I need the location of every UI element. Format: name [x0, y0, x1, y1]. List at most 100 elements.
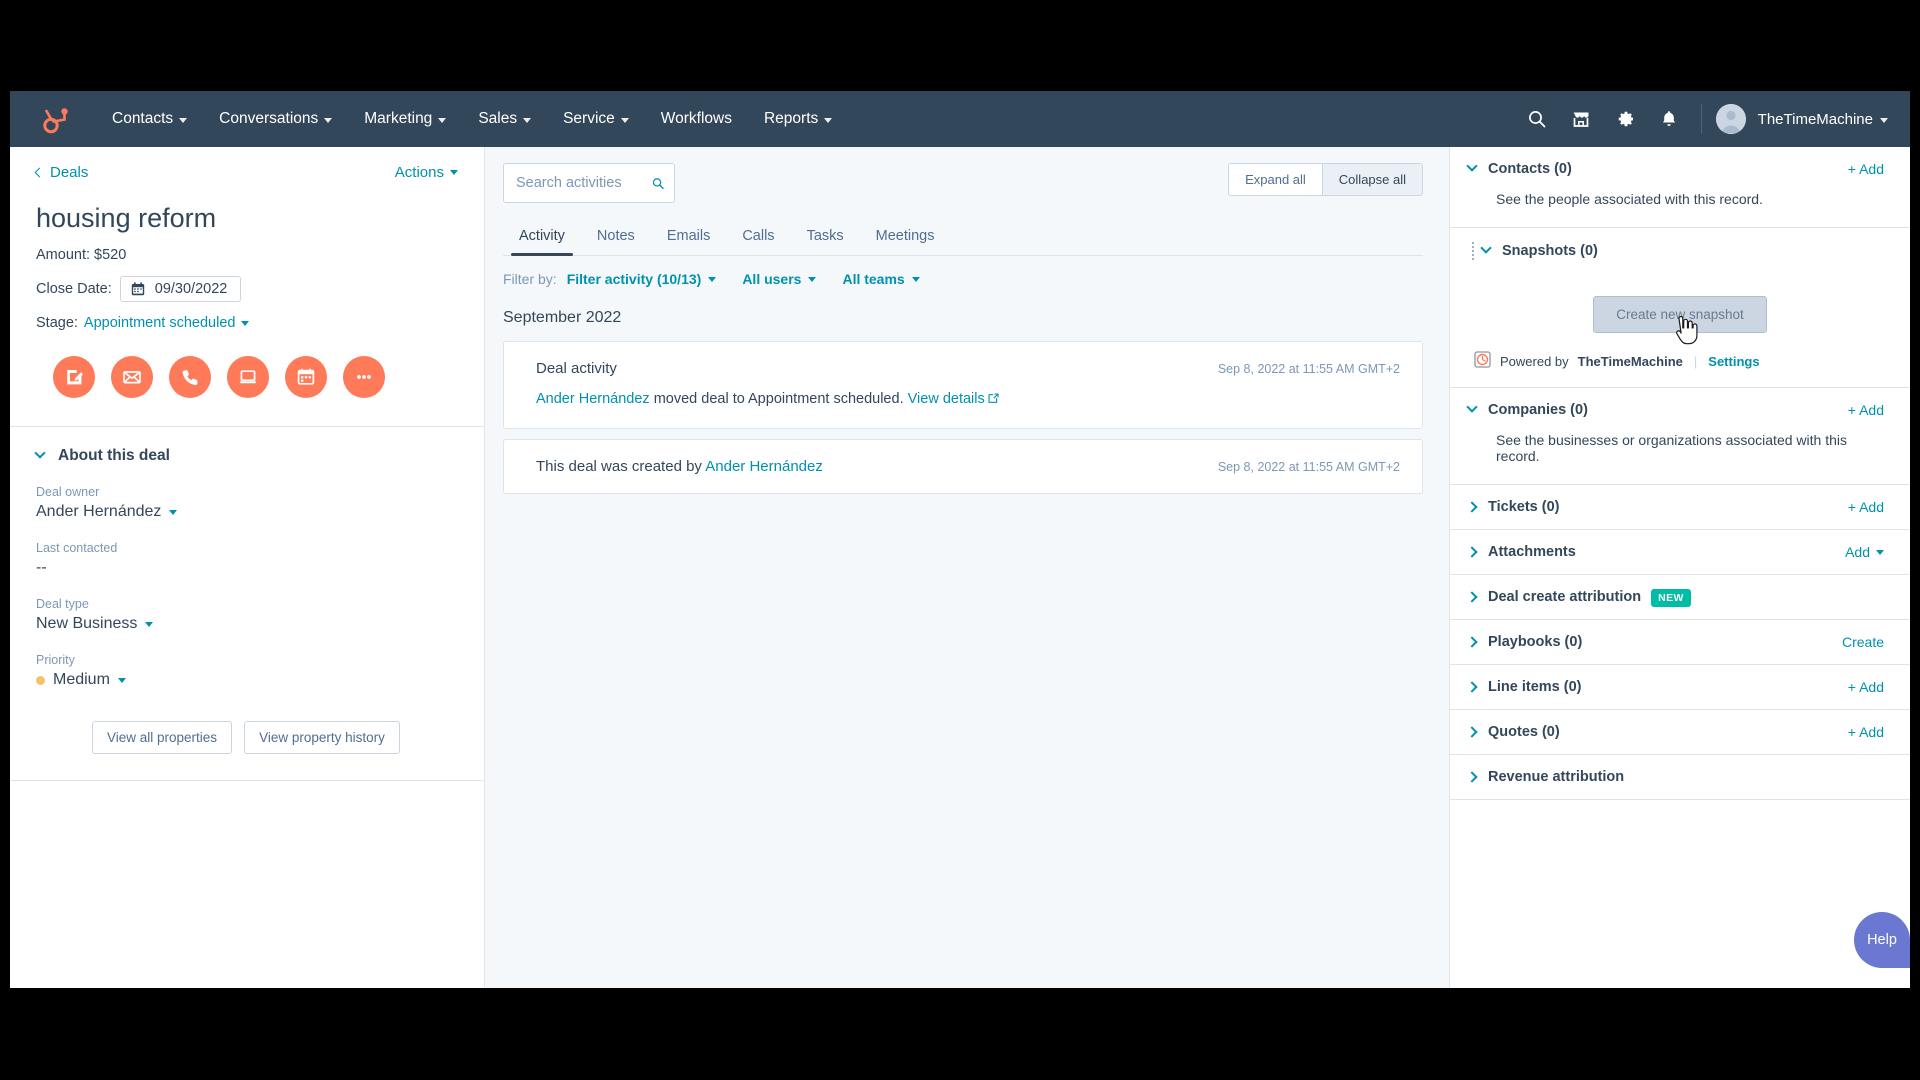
section-tickets-header[interactable]: Tickets (0) + Add: [1450, 485, 1910, 529]
section-title: Contacts (0): [1488, 161, 1572, 177]
section-attachments-header[interactable]: Attachments Add: [1450, 530, 1910, 574]
chevron-down-icon: [1480, 242, 1502, 255]
search-icon[interactable]: [1515, 97, 1559, 141]
hubspot-sprocket-logo[interactable]: [40, 102, 74, 136]
close-date-value: 09/30/2022: [154, 281, 228, 298]
section-contacts-empty-text: See the people associated with this reco…: [1496, 191, 1763, 207]
chevron-right-icon: [1466, 591, 1488, 603]
section-playbooks-header[interactable]: Playbooks (0) Create: [1450, 620, 1910, 664]
property-value[interactable]: Medium: [36, 671, 458, 689]
marketplace-icon[interactable]: [1559, 97, 1603, 141]
view-property-history-button[interactable]: View property history: [244, 721, 400, 755]
search-activities-box[interactable]: [503, 163, 675, 203]
section-deal-create-attribution: Deal create attribution NEW: [1450, 575, 1910, 620]
tab-activity[interactable]: Activity: [503, 220, 581, 256]
filter-label: All users: [742, 271, 802, 287]
search-icon: [652, 177, 664, 189]
property-value-text: Ander Hernández: [36, 503, 162, 521]
call-icon[interactable]: [169, 356, 211, 399]
create-playbook-button[interactable]: Create: [1842, 634, 1884, 650]
section-deal-create-attribution-header[interactable]: Deal create attribution NEW: [1450, 575, 1910, 619]
drag-handle-icon[interactable]: [1468, 242, 1478, 260]
tab-tasks[interactable]: Tasks: [791, 220, 860, 255]
nav-item-marketing[interactable]: Marketing: [348, 102, 462, 136]
section-companies-header[interactable]: Companies (0) + Add: [1450, 388, 1910, 432]
view-all-properties-button[interactable]: View all properties: [92, 721, 233, 755]
meeting-calendar-icon[interactable]: [285, 356, 327, 399]
chevron-down-icon: [438, 117, 447, 123]
section-line-items: Line items (0) + Add: [1450, 665, 1910, 710]
section-title: Companies (0): [1488, 402, 1588, 418]
notifications-bell-icon[interactable]: [1647, 97, 1691, 141]
actor-link[interactable]: Ander Hernández: [536, 391, 650, 407]
search-input[interactable]: [516, 175, 652, 191]
filter-activity-dropdown[interactable]: Filter activity (10/13): [567, 271, 717, 287]
page-body: Deals Actions housing reform Amount: $52…: [10, 147, 1910, 988]
nav-item-contacts[interactable]: Contacts: [96, 102, 203, 136]
timeline-card-deal-created[interactable]: This deal was created by Ander Hernández…: [503, 439, 1423, 494]
deal-header: Deals Actions housing reform Amount: $52…: [10, 147, 484, 331]
account-menu[interactable]: TheTimeMachine: [1758, 111, 1888, 128]
actions-dropdown[interactable]: Actions: [395, 164, 458, 181]
snapshot-settings-link[interactable]: Settings: [1708, 354, 1759, 369]
add-line-item-button[interactable]: + Add: [1848, 679, 1884, 695]
view-details-link[interactable]: View details: [908, 391, 985, 407]
tab-meetings[interactable]: Meetings: [860, 220, 951, 255]
nav-item-sales[interactable]: Sales: [462, 102, 547, 136]
actor-link[interactable]: Ander Hernández: [705, 458, 823, 475]
add-company-button[interactable]: + Add: [1848, 402, 1884, 418]
divider: |: [1693, 353, 1698, 369]
avatar[interactable]: [1715, 104, 1746, 134]
tab-calls[interactable]: Calls: [726, 220, 790, 255]
section-contacts-header[interactable]: Contacts (0) + Add: [1450, 147, 1910, 191]
nav-item-reports[interactable]: Reports: [748, 102, 848, 136]
stage-value-dropdown[interactable]: Appointment scheduled: [84, 315, 236, 331]
close-date-input[interactable]: 09/30/2022: [119, 276, 242, 303]
add-attachment-dropdown[interactable]: Add: [1845, 544, 1884, 560]
expand-all-button[interactable]: Expand all: [1228, 163, 1322, 196]
filter-label: All teams: [842, 271, 905, 287]
calendar-icon: [131, 282, 144, 296]
property-value[interactable]: Ander Hernández: [36, 503, 458, 521]
section-quotes-header[interactable]: Quotes (0) + Add: [1450, 710, 1910, 754]
section-line-items-header[interactable]: Line items (0) + Add: [1450, 665, 1910, 709]
note-icon[interactable]: [53, 356, 95, 399]
section-revenue-attribution-header[interactable]: Revenue attribution: [1450, 755, 1910, 799]
nav-item-service[interactable]: Service: [547, 102, 645, 136]
task-icon[interactable]: [227, 356, 269, 399]
property-value[interactable]: --: [36, 559, 458, 577]
card-header: Deal activity Sep 8, 2022 at 11:55 AM GM…: [536, 360, 1400, 377]
settings-gear-icon[interactable]: [1603, 97, 1647, 141]
more-ellipsis-icon[interactable]: [343, 356, 385, 399]
about-this-deal-header[interactable]: About this deal: [34, 447, 458, 465]
section-title-text: Deal create attribution: [1488, 589, 1642, 605]
add-quote-button[interactable]: + Add: [1848, 724, 1884, 740]
chevron-right-icon: [1466, 771, 1488, 783]
powered-by-text: Powered by: [1500, 353, 1569, 369]
nav-divider: [1700, 104, 1702, 134]
section-companies-empty-text: See the businesses or organizations asso…: [1496, 432, 1847, 464]
nav-item-conversations[interactable]: Conversations: [203, 102, 348, 136]
timeline-card-deal-activity[interactable]: Deal activity Sep 8, 2022 at 11:55 AM GM…: [503, 341, 1423, 429]
property-value-text: --: [36, 559, 47, 577]
filter-all-teams-dropdown[interactable]: All teams: [842, 271, 920, 287]
tab-emails[interactable]: Emails: [651, 220, 727, 255]
add-contact-button[interactable]: + Add: [1848, 161, 1884, 177]
snapshot-action-area: Create new snapshot: [1450, 274, 1910, 345]
help-button[interactable]: Help: [1854, 912, 1910, 968]
nav-label: Conversations: [219, 110, 319, 127]
close-date-label: Close Date:: [36, 281, 112, 298]
chevron-right-icon: [1466, 501, 1488, 513]
add-ticket-button[interactable]: + Add: [1848, 499, 1884, 515]
filter-all-users-dropdown[interactable]: All users: [742, 271, 817, 287]
tab-notes[interactable]: Notes: [581, 220, 651, 255]
nav-item-workflows[interactable]: Workflows: [645, 102, 748, 136]
add-attachment-label: Add: [1845, 544, 1870, 560]
email-icon[interactable]: [111, 356, 153, 399]
section-snapshots-header[interactable]: Snapshots (0): [1450, 228, 1910, 274]
property-value[interactable]: New Business: [36, 615, 458, 633]
chevron-down-icon: [179, 117, 188, 123]
collapse-all-button[interactable]: Collapse all: [1321, 163, 1423, 196]
breadcrumb-back-to-deals[interactable]: Deals: [34, 164, 88, 181]
chevron-down-icon: [620, 117, 629, 123]
